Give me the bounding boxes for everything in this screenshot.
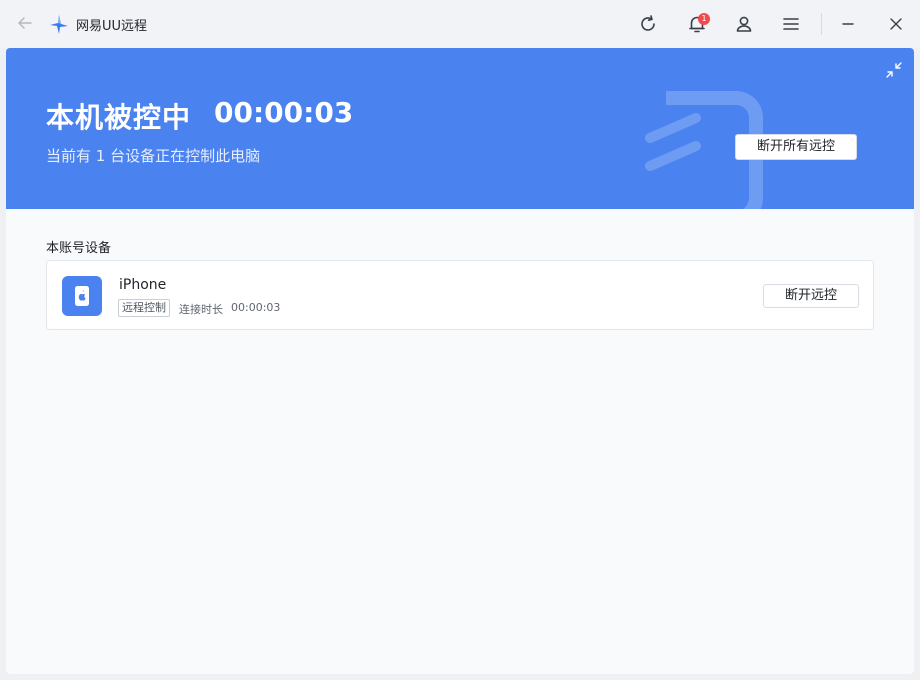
disconnect-button[interactable]: 断开远控 [763,284,859,308]
back-arrow-icon[interactable] [14,12,36,34]
collapse-icon[interactable] [883,59,905,81]
disconnect-all-button[interactable]: 断开所有远控 [735,134,857,160]
titlebar-divider [821,13,822,35]
section-title-account-devices: 本账号设备 [46,241,112,256]
app-title: 网易UU远程 [76,19,148,34]
close-icon[interactable] [884,12,908,36]
connection-duration-label: 连接时长 [179,303,223,316]
user-icon[interactable] [732,12,756,36]
control-status-banner: 本机被控中 00:00:03 当前有 1 台设备正在控制此电脑 断开所有远控 [6,48,914,209]
control-timer: 00:00:03 [214,96,354,129]
control-status-subtitle: 当前有 1 台设备正在控制此电脑 [46,147,261,165]
control-status-title: 本机被控中 [46,101,192,134]
minimize-icon[interactable] [836,12,860,36]
title-bar: 网易UU远程 1 [0,0,920,48]
device-name: iPhone [119,277,167,293]
main-panel: 本机被控中 00:00:03 当前有 1 台设备正在控制此电脑 断开所有远控 本… [6,48,914,674]
app-logo-icon [50,15,68,34]
refresh-icon[interactable] [636,12,660,36]
apple-phone-icon [62,276,102,316]
menu-icon[interactable] [779,12,803,36]
notification-badge: 1 [698,13,710,25]
device-card: iPhone 远程控制 连接时长 00:00:03 断开远控 [46,260,874,330]
connection-type-tag: 远程控制 [118,299,170,317]
connection-duration-value: 00:00:03 [231,301,281,314]
